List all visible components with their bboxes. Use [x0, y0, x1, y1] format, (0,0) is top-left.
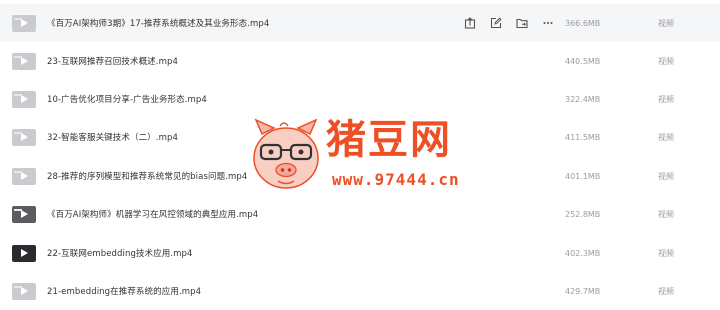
video-thumbnail: [12, 282, 36, 300]
file-row[interactable]: 10-广告优化项目分享-广告业务形态.mp4 322.4MB 视频: [0, 80, 720, 118]
file-size: 252.8MB: [565, 209, 601, 219]
file-type: 视频: [658, 248, 674, 258]
share-icon[interactable]: [462, 15, 478, 31]
file-size: 366.6MB: [565, 18, 601, 28]
file-row[interactable]: 《百万AI架构师3期》17-推荐系统概述及其业务形态.mp4 366.6MB 视…: [0, 4, 720, 42]
pig-mascot-icon: [253, 118, 319, 189]
file-name[interactable]: 23-互联网推荐召回技术概述.mp4: [47, 55, 178, 67]
file-name[interactable]: 《百万AI架构师》机器学习在风控领域的典型应用.mp4: [47, 208, 258, 220]
watermark-title: 猪豆网: [326, 117, 452, 163]
edit-icon[interactable]: [488, 15, 504, 31]
video-thumbnail: [12, 244, 36, 262]
video-thumbnail: [12, 128, 36, 146]
file-size: 402.3MB: [565, 248, 601, 258]
file-name[interactable]: 《百万AI架构师3期》17-推荐系统概述及其业务形态.mp4: [47, 17, 269, 29]
file-type: 视频: [658, 209, 674, 219]
watermark: 猪豆网 www.97444.cn: [250, 118, 480, 198]
file-type: 视频: [658, 56, 674, 66]
file-type: 视频: [658, 18, 674, 28]
watermark-url: www.97444.cn: [332, 170, 460, 189]
file-name[interactable]: 32-智能客服关键技术（二）.mp4: [47, 131, 178, 143]
file-size: 440.5MB: [565, 56, 601, 66]
file-row[interactable]: 21-embedding在推荐系统的应用.mp4 429.7MB 视频: [0, 272, 720, 310]
file-row[interactable]: 22-互联网embedding技术应用.mp4 402.3MB 视频: [0, 234, 720, 272]
video-thumbnail: [12, 52, 36, 70]
row-actions: [462, 4, 566, 42]
video-thumbnail: [12, 205, 36, 223]
video-thumbnail: [12, 90, 36, 108]
file-name[interactable]: 21-embedding在推荐系统的应用.mp4: [47, 285, 201, 297]
file-row[interactable]: 《百万AI架构师》机器学习在风控领域的典型应用.mp4 252.8MB 视频: [0, 195, 720, 233]
video-thumbnail: [12, 14, 36, 32]
file-name[interactable]: 10-广告优化项目分享-广告业务形态.mp4: [47, 93, 207, 105]
file-size: 429.7MB: [565, 286, 601, 296]
file-type: 视频: [658, 171, 674, 181]
file-size: 322.4MB: [565, 94, 601, 104]
more-icon[interactable]: [540, 15, 556, 31]
file-name[interactable]: 28-推荐的序列模型和推荐系统常见的bias问题.mp4: [47, 170, 247, 182]
file-row[interactable]: 23-互联网推荐召回技术概述.mp4 440.5MB 视频: [0, 42, 720, 80]
file-type: 视频: [658, 94, 674, 104]
video-thumbnail: [12, 167, 36, 185]
file-type: 视频: [658, 286, 674, 296]
file-name[interactable]: 22-互联网embedding技术应用.mp4: [47, 247, 193, 259]
file-size: 401.1MB: [565, 171, 601, 181]
file-type: 视频: [658, 132, 674, 142]
move-to-folder-icon[interactable]: [514, 15, 530, 31]
file-size: 411.5MB: [565, 132, 601, 142]
